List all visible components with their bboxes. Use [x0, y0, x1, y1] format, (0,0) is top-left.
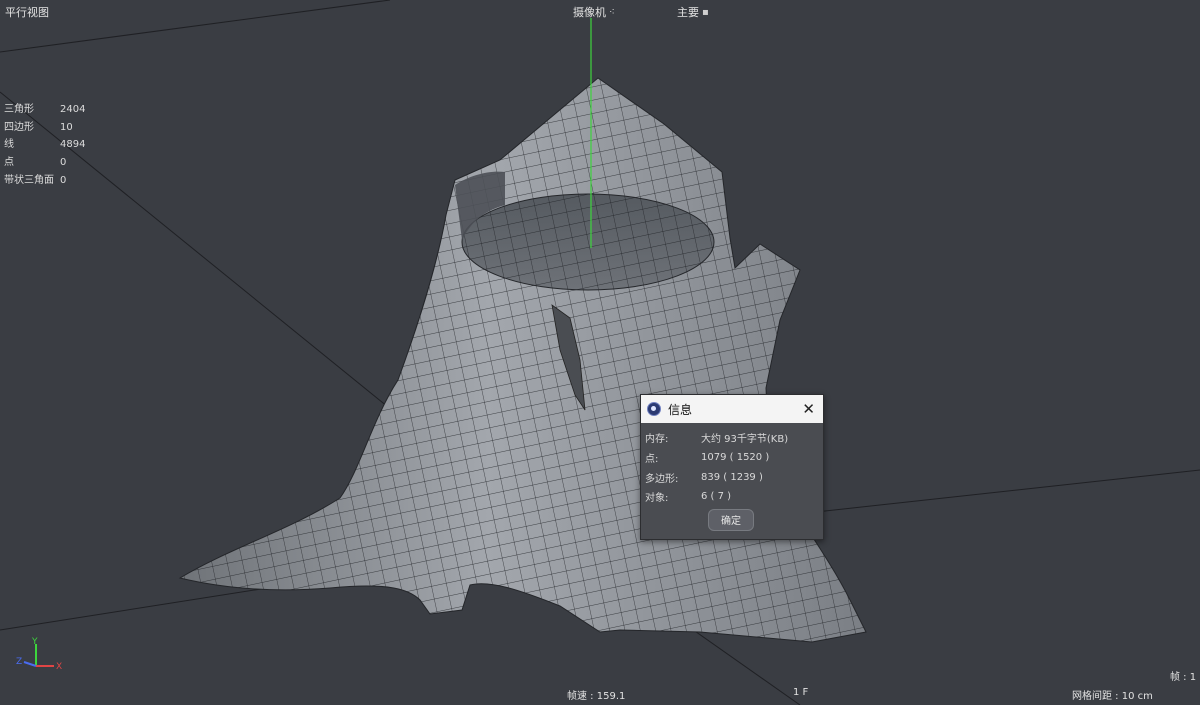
x-axis-label: X — [56, 662, 62, 672]
stat-label: 四边形 — [4, 121, 34, 133]
info-row-polygons: 多边形: 839 ( 1239 ) — [645, 467, 823, 487]
grid-spacing-readout: 网格间距 : 10 cm — [1072, 691, 1153, 702]
info-dialog[interactable]: 信息 ✕ 内存: 大约 93千字节(KB) 点: 1079 ( 1520 ) 多… — [640, 394, 824, 540]
stat-label: 线 — [4, 139, 14, 151]
info-value: 大约 93千字节(KB) — [701, 434, 789, 446]
info-label: 多边形: — [645, 473, 679, 485]
fps-readout: 帧速 : 159.1 — [567, 691, 626, 702]
cinema4d-app-icon — [647, 402, 661, 416]
stat-value: 10 — [60, 121, 73, 133]
info-row-objects: 对象: 6 ( 7 ) — [645, 487, 823, 507]
tree-stump-mesh — [178, 77, 867, 643]
stat-value: 0 — [60, 157, 67, 169]
stat-row: 三角形 2404 — [4, 101, 85, 119]
stat-row: 点0 — [4, 154, 85, 172]
frame-counter: 帧 : 1 — [1170, 672, 1197, 683]
info-label: 点: — [645, 454, 659, 466]
camera-menu-icon: ⁖ — [609, 6, 615, 18]
camera-menu-label: 摄像机 — [573, 6, 606, 19]
info-value: 1079 ( 1520 ) — [701, 452, 770, 464]
stat-value: 0 — [60, 174, 67, 186]
stat-row: 四边形 10 — [4, 119, 85, 137]
info-label: 内存: — [645, 434, 669, 446]
stat-row: 线 4894 — [4, 136, 85, 154]
info-value: 839 ( 1239 ) — [701, 471, 763, 483]
stat-label: 带状三角面 — [4, 174, 54, 186]
dialog-body: 内存: 大约 93千字节(KB) 点: 1079 ( 1520 ) 多边形: 8… — [641, 423, 823, 531]
3d-viewport[interactable] — [0, 0, 1200, 705]
stat-value: 4894 — [60, 139, 86, 151]
axis-gizmo: Y X Z — [16, 637, 62, 672]
frame-number: 1 F — [793, 687, 809, 698]
view-name-label: 平行视图 — [5, 6, 49, 19]
camera-menu[interactable]: 摄像机 ⁖ — [573, 4, 615, 20]
info-value: 6 ( 7 ) — [701, 491, 732, 503]
info-row-memory: 内存: 大约 93千字节(KB) — [645, 428, 823, 448]
stat-value: 2404 — [60, 104, 86, 115]
stat-label: 点 — [4, 157, 14, 169]
y-axis-label: Y — [31, 637, 38, 647]
info-row-points: 点: 1079 ( 1520 ) — [645, 448, 823, 468]
stat-label: 三角形 — [4, 104, 34, 115]
close-icon[interactable]: ✕ — [800, 401, 817, 417]
dialog-title: 信息 — [668, 402, 693, 417]
mesh-stats: 三角形 2404 四边形 10 线 4894 点0 带状三角面 0 — [4, 101, 85, 190]
dialog-titlebar[interactable]: 信息 ✕ — [641, 395, 823, 423]
stat-row: 带状三角面 0 — [4, 172, 85, 190]
display-menu[interactable]: 主要 ▪ — [677, 4, 709, 20]
z-axis-label: Z — [16, 657, 22, 667]
display-menu-icon: ▪ — [702, 6, 709, 18]
info-label: 对象: — [645, 493, 669, 505]
display-menu-label: 主要 — [677, 6, 699, 19]
ok-button[interactable]: 确定 — [708, 508, 754, 531]
